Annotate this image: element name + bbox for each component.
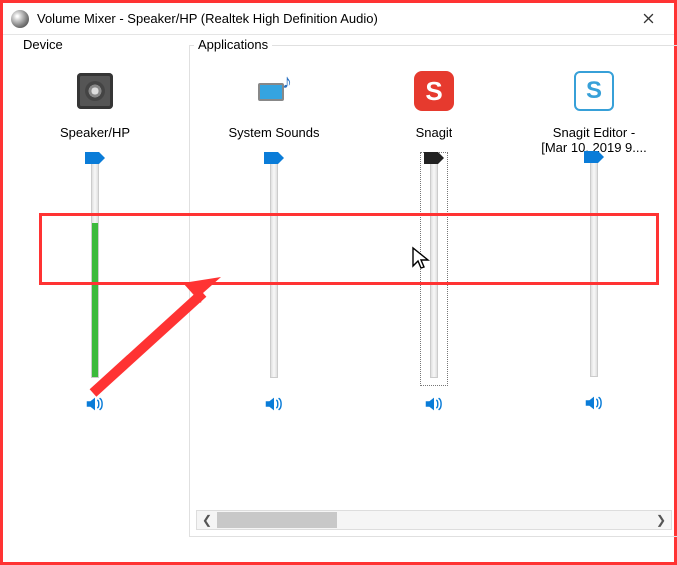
speaker-on-icon [263, 393, 285, 415]
scroll-left-button[interactable]: ❮ [197, 513, 217, 527]
app-mute-button[interactable] [580, 391, 608, 415]
app-column-system-sounds: ♪ System Sounds [194, 61, 354, 511]
window-titlebar: Volume Mixer - Speaker/HP (Realtek High … [3, 3, 674, 35]
app-label[interactable]: Snagit [416, 125, 453, 140]
applications-scrollbar[interactable]: ❮ ❯ [196, 510, 672, 530]
device-label[interactable]: Speaker/HP [60, 125, 130, 140]
scrollbar-track[interactable] [217, 511, 651, 529]
app-volume-slider[interactable] [580, 157, 608, 377]
window-title: Volume Mixer - Speaker/HP (Realtek High … [37, 11, 378, 26]
snagit-icon[interactable]: S [410, 67, 458, 115]
slider-thumb-icon [85, 152, 105, 164]
device-group: Device Speaker/HP [15, 45, 175, 537]
device-group-label: Device [19, 37, 67, 52]
scroll-right-button[interactable]: ❯ [651, 513, 671, 527]
applications-group: Applications ♪ System Sounds S [189, 45, 677, 537]
snagit-editor-icon[interactable]: S [570, 67, 618, 115]
slider-thumb-icon [424, 152, 444, 164]
speaker-on-icon [423, 393, 445, 415]
app-volume-slider[interactable] [420, 158, 448, 378]
slider-thumb-icon [584, 151, 604, 163]
volume-mixer-icon [11, 10, 29, 28]
speaker-on-icon [583, 392, 605, 414]
slider-thumb-icon [264, 152, 284, 164]
device-speaker-icon[interactable] [71, 67, 119, 115]
device-mute-button[interactable] [81, 392, 109, 416]
applications-columns: ♪ System Sounds S Snagit [194, 61, 674, 511]
app-label[interactable]: System Sounds [228, 125, 319, 140]
system-sounds-icon[interactable]: ♪ [250, 67, 298, 115]
close-button[interactable] [626, 3, 670, 33]
app-column-snagit-editor: S Snagit Editor - [Mar 10, 2019 9.... [514, 61, 674, 511]
device-level-indicator [92, 223, 98, 377]
app-volume-slider[interactable] [260, 158, 288, 378]
app-mute-button[interactable] [260, 392, 288, 416]
speaker-on-icon [84, 393, 106, 415]
device-volume-slider[interactable] [81, 158, 109, 378]
device-column: Speaker/HP [19, 61, 171, 511]
scrollbar-thumb[interactable] [217, 512, 337, 528]
close-icon [643, 13, 654, 24]
applications-group-label: Applications [194, 37, 272, 52]
app-column-snagit: S Snagit [354, 61, 514, 511]
app-mute-button[interactable] [420, 392, 448, 416]
